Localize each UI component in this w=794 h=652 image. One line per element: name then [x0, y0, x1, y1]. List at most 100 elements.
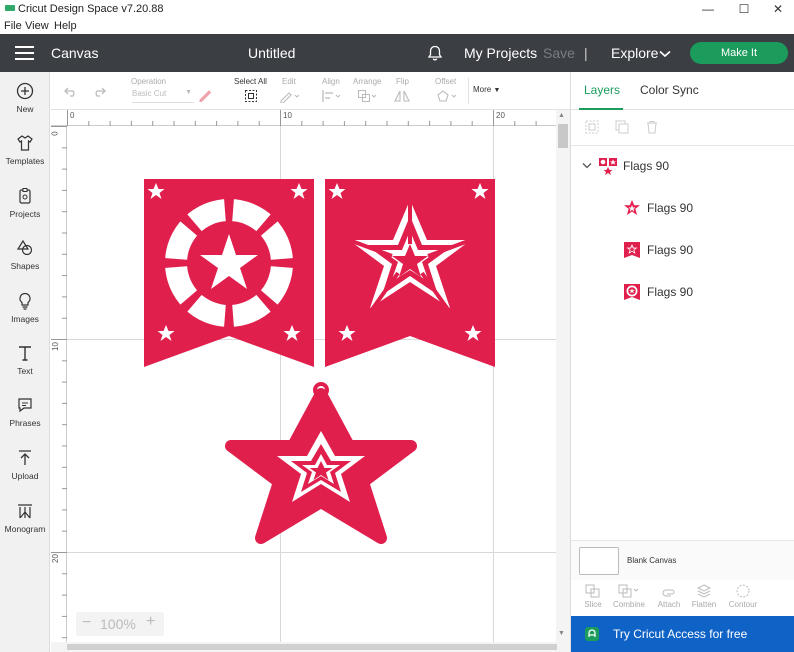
blank-canvas-swatch[interactable] [579, 547, 619, 575]
sidebar-item-images[interactable]: Images [0, 292, 50, 324]
make-it-button[interactable]: Make It [690, 42, 788, 64]
layer-row[interactable]: Flags 90 [571, 272, 794, 312]
section-title: Canvas [51, 45, 99, 61]
scrollbar-thumb[interactable] [67, 644, 557, 650]
vertical-scrollbar[interactable]: ▲ ▼ [556, 110, 570, 642]
sidebar-item-templates[interactable]: Templates [0, 134, 50, 166]
horizontal-scrollbar[interactable] [51, 642, 570, 652]
contour-button[interactable]: Contour [723, 584, 763, 609]
flip-icon[interactable] [393, 89, 411, 103]
save-button[interactable]: Save [543, 45, 575, 61]
blank-canvas-label: Blank Canvas [627, 556, 677, 565]
layer-row[interactable]: Flags 90 [571, 188, 794, 228]
zoom-level: 100% [100, 616, 136, 632]
arrange-icon[interactable] [357, 89, 379, 103]
combine-button[interactable]: Combine [609, 584, 649, 609]
speech-bubble-icon [18, 398, 32, 413]
ruler-ticks-vertical [51, 126, 67, 639]
blank-canvas-row[interactable]: Blank Canvas [571, 540, 794, 580]
sidebar-item-label: New [16, 104, 34, 114]
upload-icon [19, 450, 31, 465]
menu-view[interactable]: View [25, 20, 49, 32]
close-window-button[interactable]: ✕ [768, 2, 788, 16]
attach-icon [662, 589, 675, 597]
document-title[interactable]: Untitled [248, 45, 295, 61]
ruler-label-10: 10 [50, 342, 60, 351]
operation-label: Operation [131, 77, 167, 86]
slice-button[interactable]: Slice [573, 584, 613, 609]
zoom-in-button[interactable]: + [146, 613, 155, 631]
flatten-button[interactable]: Flatten [684, 584, 724, 609]
sidebar-item-label: Phrases [9, 418, 41, 428]
duplicate-icon[interactable] [615, 120, 629, 134]
flag-star-icon [624, 242, 640, 258]
design-canvas[interactable] [67, 126, 556, 642]
attach-button[interactable]: Attach [649, 584, 689, 609]
sidebar-item-upload[interactable]: Upload [0, 449, 50, 481]
app-logo-icon [5, 5, 15, 11]
scroll-down-icon[interactable]: ▼ [558, 630, 565, 637]
app-window: Cricut Design Space v7.20.88 — ☐ ✕ File … [0, 0, 794, 652]
sidebar-item-label: Text [17, 366, 33, 376]
minimize-button[interactable]: — [698, 2, 718, 16]
my-projects-link[interactable]: My Projects [464, 45, 537, 61]
menu-bar: File View Help [0, 18, 794, 34]
slice-icon [585, 584, 600, 598]
more-label: More [473, 85, 492, 94]
sidebar-item-monogram[interactable]: Monogram [0, 502, 50, 534]
notification-bell-icon[interactable] [427, 45, 443, 62]
layer-group-row[interactable]: Flags 90 [571, 146, 794, 186]
lightbulb-icon [19, 292, 31, 310]
flag-star-design[interactable] [325, 179, 495, 367]
offset-icon[interactable] [435, 89, 459, 103]
dropdown-arrow-icon: ▼ [493, 87, 501, 94]
slice-label: Slice [584, 600, 602, 609]
layer-row[interactable]: Flags 90 [571, 230, 794, 270]
sidebar-item-label: Monogram [4, 524, 46, 534]
sidebar-item-label: Projects [9, 209, 41, 219]
zoom-out-button[interactable]: − [82, 614, 91, 632]
sidebar-item-projects[interactable]: Projects [0, 187, 50, 219]
redo-icon[interactable] [92, 87, 106, 97]
scrollbar-thumb[interactable] [558, 124, 568, 148]
ruler-label-10: 10 [283, 111, 292, 120]
layer-name: Flags 90 [647, 243, 694, 257]
undo-icon[interactable] [64, 87, 78, 97]
plus-circle-icon [16, 82, 34, 100]
tab-layers[interactable]: Layers [584, 83, 620, 97]
star-ornament-design[interactable] [225, 382, 417, 544]
explore-menu[interactable]: Explore [611, 45, 658, 61]
pen-color-icon[interactable] [198, 88, 212, 102]
edit-icon[interactable] [279, 89, 301, 103]
tab-color-sync[interactable]: Color Sync [640, 83, 699, 97]
cricut-access-banner[interactable]: Try Cricut Access for free [571, 616, 794, 652]
chevron-down-icon[interactable] [582, 162, 592, 170]
scroll-up-icon[interactable]: ▲ [558, 112, 565, 119]
flip-label: Flip [396, 77, 409, 86]
operation-select[interactable]: Basic Cut ▼ [132, 89, 194, 103]
attach-label: Attach [657, 600, 681, 609]
sidebar-item-phrases[interactable]: Phrases [0, 396, 50, 428]
offset-label: Offset [435, 77, 457, 86]
flatten-icon [696, 584, 712, 598]
monogram-icon [18, 504, 32, 519]
app-header: Canvas Untitled My Projects Save | Explo… [0, 34, 794, 72]
menu-file[interactable]: File [4, 20, 22, 32]
hamburger-menu-icon[interactable] [15, 46, 35, 60]
trash-icon[interactable] [645, 120, 659, 134]
sidebar-item-text[interactable]: Text [0, 344, 50, 376]
sidebar-item-new[interactable]: New [0, 82, 50, 114]
menu-help[interactable]: Help [54, 20, 77, 32]
operation-value: Basic Cut [132, 89, 167, 98]
sidebar-item-shapes[interactable]: Shapes [0, 239, 50, 271]
group-icon[interactable] [585, 120, 599, 134]
layer-name: Flags 90 [623, 159, 670, 173]
select-all-icon[interactable] [244, 89, 258, 103]
flag-circle-design[interactable] [144, 179, 314, 367]
align-label: Align [322, 77, 340, 86]
align-icon[interactable] [321, 89, 343, 103]
maximize-button[interactable]: ☐ [734, 2, 754, 16]
more-button[interactable]: More ▼ [473, 85, 500, 94]
chevron-down-icon[interactable] [659, 50, 671, 58]
text-icon [19, 346, 31, 361]
